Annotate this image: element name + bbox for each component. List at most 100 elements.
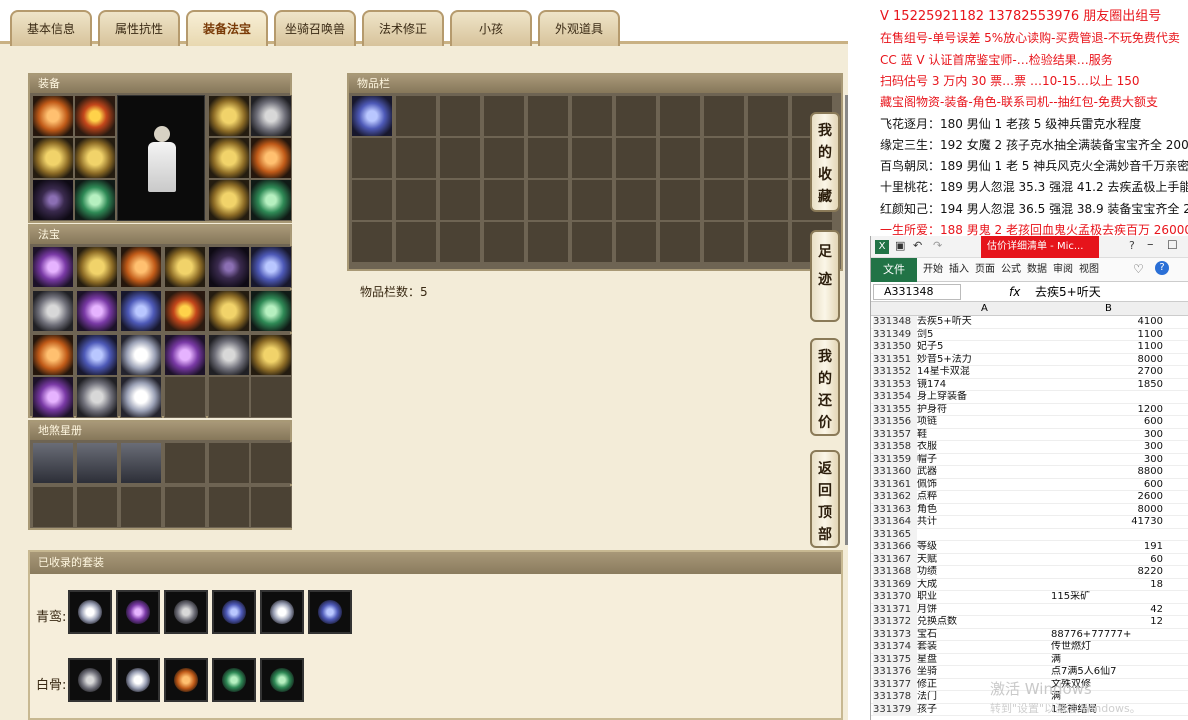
cell-a[interactable]: 去疾5+听天 <box>917 316 1051 329</box>
row-number[interactable]: 331364 <box>873 516 917 529</box>
fabao-item[interactable] <box>250 246 292 288</box>
cell-a[interactable]: 等级 <box>917 541 1051 554</box>
cell-b[interactable]: 300 <box>1051 429 1163 442</box>
star-card[interactable] <box>76 442 118 484</box>
fabao-item[interactable] <box>76 376 118 418</box>
row-number[interactable]: 331367 <box>873 553 917 566</box>
tab-spell-mods[interactable]: 法术修正 <box>362 10 444 46</box>
tab-equipment[interactable]: 装备法宝 <box>186 10 268 46</box>
fabao-item[interactable] <box>120 290 162 332</box>
column-a-header[interactable]: A <box>981 303 988 314</box>
weapon-slot[interactable] <box>32 137 74 179</box>
minimize-icon[interactable]: – <box>1147 237 1154 252</box>
inventory-empty-slot[interactable] <box>659 137 701 179</box>
row-number[interactable]: 331368 <box>873 566 917 579</box>
save-icon[interactable]: ▣ <box>895 239 905 252</box>
cell-a[interactable]: 妙音5+法力 <box>917 354 1051 367</box>
tab-basic-info[interactable]: 基本信息 <box>10 10 92 46</box>
cell-a[interactable]: 身上穿装备 <box>917 391 1051 404</box>
inventory-empty-slot[interactable] <box>703 95 745 137</box>
row-number[interactable]: 331351 <box>873 353 917 366</box>
fabao-item[interactable] <box>120 376 162 418</box>
star-card-empty[interactable] <box>32 486 74 528</box>
boots-slot[interactable] <box>74 179 116 221</box>
cell-b[interactable]: 88776+77777+ <box>1051 629 1163 642</box>
inventory-empty-slot[interactable] <box>483 221 525 263</box>
row-number[interactable]: 331369 <box>873 578 917 591</box>
cell-a[interactable]: 星盘 <box>917 654 1051 667</box>
help-icon[interactable]: ? <box>1129 239 1135 252</box>
row-number[interactable]: 331365 <box>873 528 917 541</box>
ribbon-tab-home[interactable]: 开始 <box>923 258 943 282</box>
cell-b[interactable]: 满 <box>1051 654 1163 667</box>
fabao-item[interactable] <box>250 334 292 376</box>
cell-b[interactable]: 1850 <box>1051 379 1163 392</box>
cell-b[interactable]: 8220 <box>1051 566 1163 579</box>
inventory-empty-slot[interactable] <box>659 221 701 263</box>
cell-a[interactable]: 衣服 <box>917 441 1051 454</box>
cell-b[interactable]: 8000 <box>1051 504 1163 517</box>
fabao-item[interactable] <box>76 246 118 288</box>
fabao-item[interactable] <box>164 290 206 332</box>
necklace-slot[interactable] <box>74 95 116 137</box>
help-circle-icon[interactable]: ? <box>1155 261 1169 275</box>
inventory-empty-slot[interactable] <box>615 221 657 263</box>
inventory-empty-slot[interactable] <box>395 221 437 263</box>
column-b-header[interactable]: B <box>1105 303 1112 314</box>
suit-item[interactable] <box>164 658 208 702</box>
inventory-empty-slot[interactable] <box>439 95 481 137</box>
star-card-empty[interactable] <box>164 442 206 484</box>
cell-a[interactable]: 共计 <box>917 516 1051 529</box>
suit-item[interactable] <box>116 658 160 702</box>
row-number[interactable]: 331354 <box>873 391 917 404</box>
ribbon-tab-page[interactable]: 页面 <box>975 258 995 282</box>
inventory-empty-slot[interactable] <box>571 95 613 137</box>
cell-b[interactable]: 600 <box>1051 416 1163 429</box>
suit-item[interactable] <box>260 590 304 634</box>
row-number[interactable]: 331363 <box>873 503 917 516</box>
inventory-empty-slot[interactable] <box>395 179 437 221</box>
heart-icon[interactable]: ♡ <box>1133 262 1144 276</box>
star-card-empty[interactable] <box>76 486 118 528</box>
cell-a[interactable]: 兑换点数 <box>917 616 1051 629</box>
fabao-item[interactable] <box>32 290 74 332</box>
row-number[interactable]: 331352 <box>873 366 917 379</box>
row-number[interactable]: 331348 <box>873 316 917 329</box>
accessory-slot-1[interactable] <box>208 95 250 137</box>
suit-item[interactable] <box>308 590 352 634</box>
cell-a[interactable]: 项链 <box>917 416 1051 429</box>
row-number[interactable]: 331356 <box>873 416 917 429</box>
inventory-empty-slot[interactable] <box>351 179 393 221</box>
star-card-empty[interactable] <box>250 486 292 528</box>
cell-a[interactable]: 帽子 <box>917 454 1051 467</box>
inventory-empty-slot[interactable] <box>615 95 657 137</box>
row-number[interactable]: 331372 <box>873 616 917 629</box>
fabao-item[interactable] <box>208 290 250 332</box>
cell-a[interactable]: 剑5 <box>917 329 1051 342</box>
inventory-empty-slot[interactable] <box>571 221 613 263</box>
fabao-item[interactable] <box>120 334 162 376</box>
fabao-item[interactable] <box>76 334 118 376</box>
star-card[interactable] <box>120 442 162 484</box>
tab-children[interactable]: 小孩 <box>450 10 532 46</box>
inventory-item[interactable] <box>351 95 393 137</box>
file-tab[interactable]: 文件 <box>871 258 917 282</box>
inventory-empty-slot[interactable] <box>703 179 745 221</box>
row-number[interactable]: 331362 <box>873 491 917 504</box>
row-number[interactable]: 331357 <box>873 428 917 441</box>
star-card-empty[interactable] <box>250 442 292 484</box>
ribbon-tab-data[interactable]: 数据 <box>1027 258 1047 282</box>
tab-mounts-pets[interactable]: 坐骑召唤兽 <box>274 10 356 46</box>
cell-a[interactable]: 鞋 <box>917 429 1051 442</box>
row-number[interactable]: 331370 <box>873 591 917 604</box>
fabao-item[interactable] <box>208 334 250 376</box>
inventory-empty-slot[interactable] <box>747 179 789 221</box>
inventory-empty-slot[interactable] <box>395 95 437 137</box>
cell-a[interactable]: 功绩 <box>917 566 1051 579</box>
inventory-empty-slot[interactable] <box>747 221 789 263</box>
cell-b[interactable]: 8800 <box>1051 466 1163 479</box>
cell-a[interactable]: 套装 <box>917 641 1051 654</box>
row-number[interactable]: 331373 <box>873 628 917 641</box>
inventory-empty-slot[interactable] <box>615 137 657 179</box>
inventory-empty-slot[interactable] <box>483 137 525 179</box>
